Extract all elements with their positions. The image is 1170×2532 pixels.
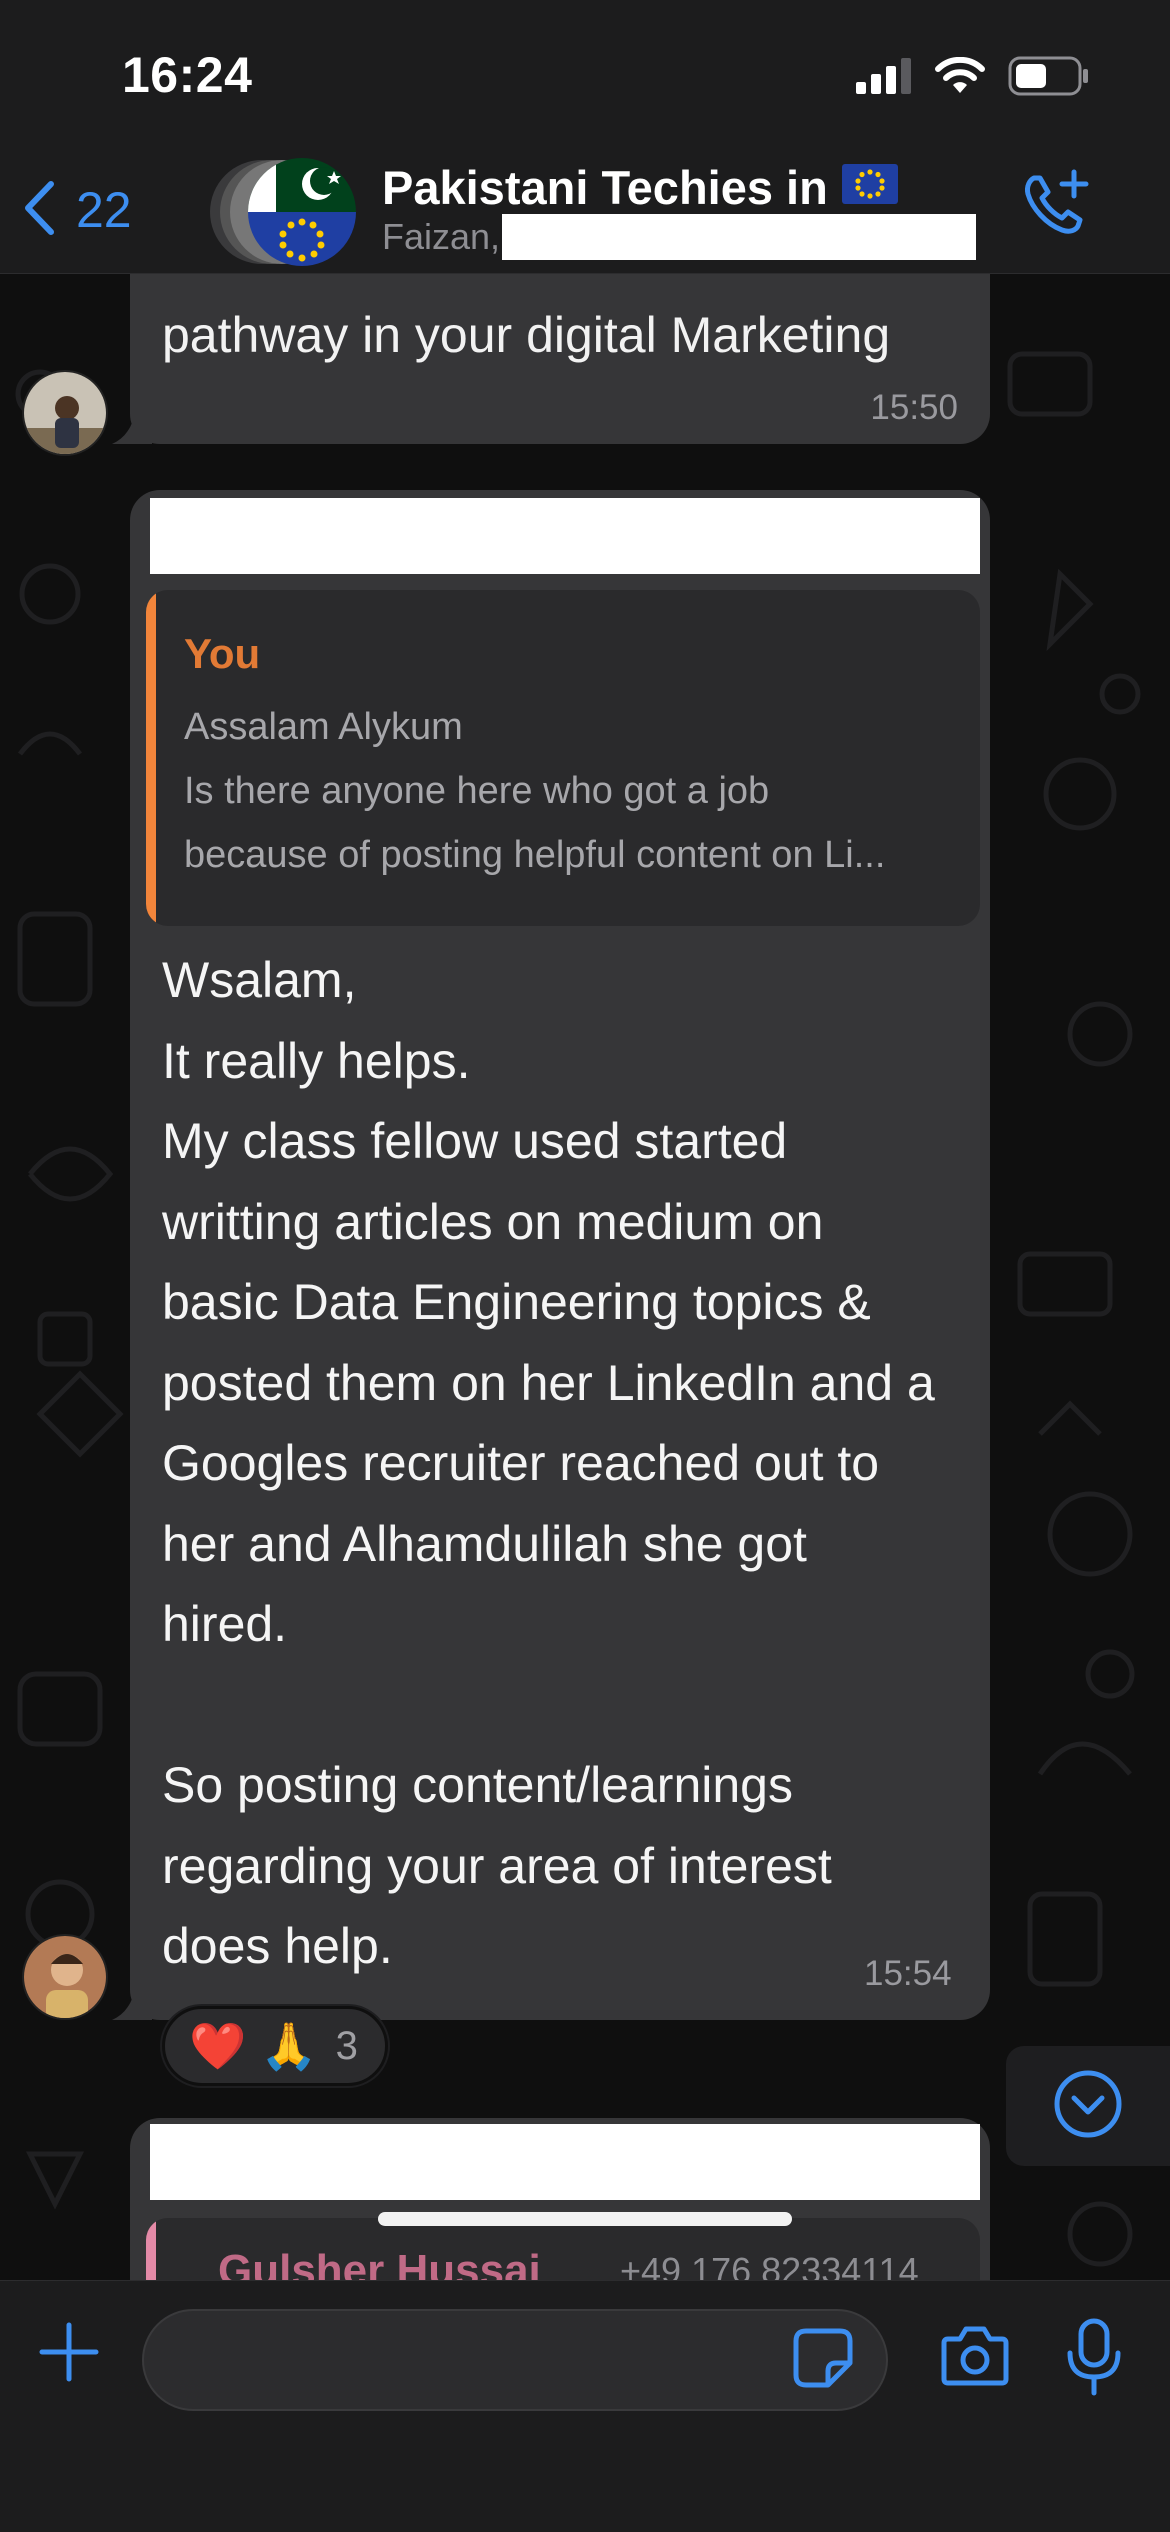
status-icons (856, 56, 1090, 101)
status-bar: 16:24 (0, 0, 1170, 150)
camera-icon (940, 2326, 1010, 2391)
message-line: does help. (162, 1918, 393, 1974)
heart-reaction: ❤️ (189, 2019, 247, 2072)
message-line: regarding your area of interest (162, 1837, 832, 1894)
group-name: Pakistani Techies in (382, 161, 828, 214)
message-line: writting articles on medium on (162, 1193, 824, 1250)
quote-accent-bar (146, 590, 156, 926)
message-line (162, 1665, 972, 1746)
redacted-sender-name (150, 498, 980, 574)
message-line: basic Data Engineering topics & (162, 1274, 871, 1330)
message-time: 15:50 (870, 388, 958, 427)
reaction-count: 3 (335, 2023, 358, 2068)
group-title[interactable]: Pakistani Techies in (382, 160, 898, 215)
chat-header: 22 Pakistani Techies in Faizan, (0, 150, 1170, 274)
redacted-sender-name (150, 2124, 980, 2200)
message-bubble[interactable]: pathway in your digital Marketing 15:50 (130, 274, 990, 444)
quote-author: You (184, 630, 261, 677)
message-line: posted them on her LinkedIn and a (162, 1354, 935, 1411)
composer-bar (0, 2280, 1170, 2532)
message-line: her and Alhamdulilah she got (162, 1515, 807, 1572)
pray-reaction: 🙏 (260, 2019, 318, 2072)
reactions-pill[interactable]: ❤️ 🙏 3 (162, 2006, 388, 2086)
message-line: So posting content/learnings (162, 1757, 793, 1813)
wifi-icon (934, 56, 986, 100)
scroll-to-bottom-button[interactable] (1006, 2046, 1170, 2166)
message-line: It really helps. (162, 1032, 471, 1089)
redacted-members (502, 214, 977, 260)
chevron-down-circle-icon (1052, 2068, 1124, 2145)
message-line: hired. (162, 1596, 288, 1652)
quote-phone: +49 176 82334114 (620, 2250, 919, 2280)
message-line: Googles recruiter reached out to (162, 1435, 880, 1491)
group-members: Faizan, (382, 214, 977, 260)
message-input[interactable] (142, 2309, 888, 2411)
members-visible: Faizan, (382, 216, 501, 257)
message-line: My class fellow used started (162, 1113, 788, 1169)
quote-line: Assalam Alykum (184, 706, 463, 748)
quote-line: because of posting helpful content on Li… (184, 834, 886, 876)
sender-avatar[interactable] (22, 1934, 108, 2020)
voice-message-button[interactable] (1064, 2317, 1124, 2402)
group-avatar[interactable] (210, 154, 360, 270)
chat-area[interactable]: pathway in your digital Marketing 15:50 … (0, 274, 1170, 2280)
message-line: Wsalam, (162, 952, 357, 1008)
quote-line: Is there anyone here who got a job (184, 770, 770, 812)
message-text: Wsalam, It really helps. My class fellow… (162, 940, 972, 1987)
plus-icon (36, 2322, 102, 2389)
microphone-icon (1064, 2318, 1124, 2401)
back-chevron-icon (22, 180, 56, 241)
signal-icon (856, 58, 912, 99)
quote-author: Gulsher Hussai (218, 2246, 541, 2280)
back-button[interactable]: 22 (22, 170, 132, 250)
sender-avatar[interactable] (22, 370, 108, 456)
message-time: 15:54 (864, 1954, 952, 1993)
bubble-tail (112, 1980, 152, 2020)
unread-count: 22 (76, 182, 132, 238)
home-indicator[interactable] (378, 2212, 792, 2226)
eu-flag-icon (841, 160, 898, 215)
quoted-message[interactable]: Gulsher Hussai +49 176 82334114 (146, 2218, 980, 2280)
add-call-icon (1020, 169, 1092, 244)
sticker-icon (792, 2328, 854, 2393)
add-call-button[interactable] (1020, 168, 1092, 245)
bubble-tail (112, 404, 152, 444)
battery-icon (1008, 56, 1090, 101)
quoted-message[interactable]: You Assalam Alykum Is there anyone here … (146, 590, 980, 926)
quote-accent-bar (146, 2218, 156, 2280)
status-time: 16:24 (122, 47, 253, 103)
camera-button[interactable] (940, 2325, 1010, 2392)
sticker-button[interactable] (792, 2327, 854, 2394)
attach-button[interactable] (36, 2319, 102, 2390)
message-text: pathway in your digital Marketing (162, 307, 891, 363)
